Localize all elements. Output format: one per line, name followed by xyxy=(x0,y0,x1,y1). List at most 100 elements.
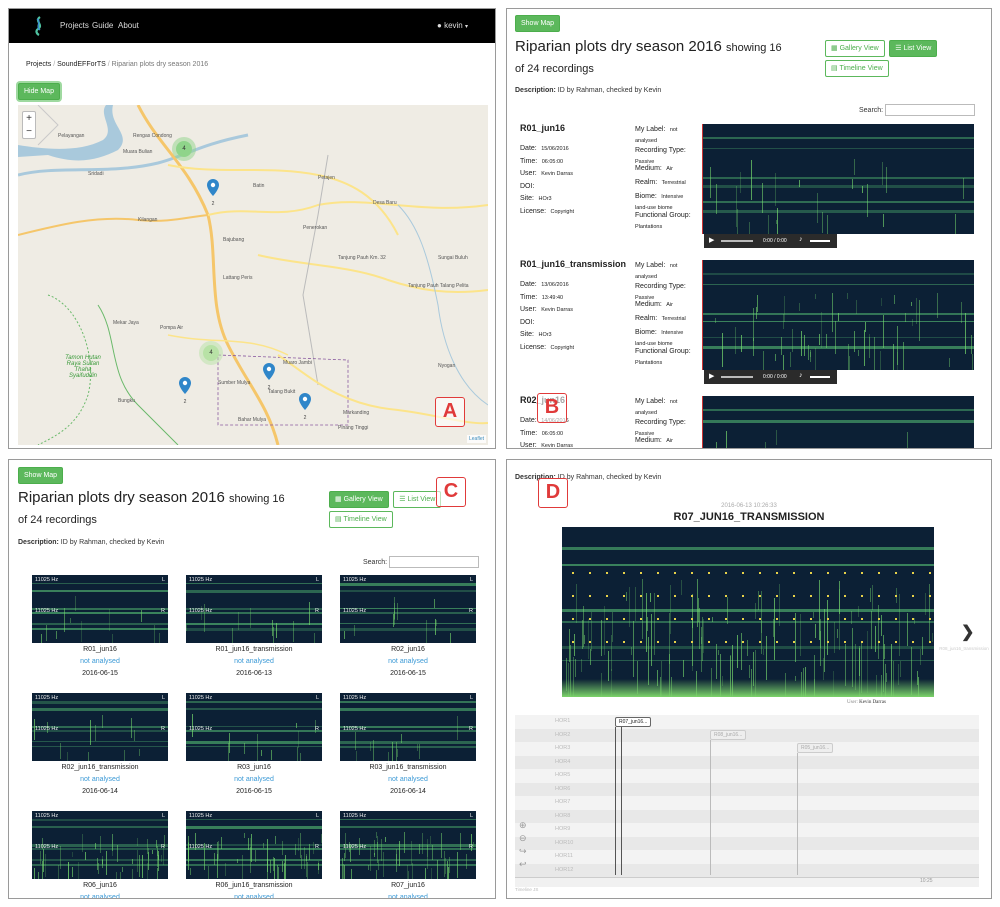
hide-map-button[interactable]: Hide Map xyxy=(18,83,60,100)
play-icon[interactable]: ▶ xyxy=(709,236,714,244)
volume-bar[interactable] xyxy=(810,376,830,378)
map-view[interactable]: + − Pelayangan Muara Bulian Sridadi Rengas … xyxy=(18,105,488,445)
logo-icon[interactable] xyxy=(33,16,45,36)
spectrogram-vertical xyxy=(411,841,412,865)
user-name: kevin xyxy=(444,21,463,30)
gallery-item-name[interactable]: R02_jun16_transmission xyxy=(32,762,168,774)
frequency-label: 11025 Hz xyxy=(189,608,213,614)
search-input[interactable] xyxy=(885,104,976,116)
nav-projects[interactable]: Projects xyxy=(60,21,89,30)
breadcrumb-project[interactable]: SoundEFForTS xyxy=(57,61,106,68)
gallery-thumbnail[interactable]: 11025 Hz 11025 Hz L R xyxy=(186,693,322,761)
gallery-item-name[interactable]: R01_jun16_transmission xyxy=(186,644,322,656)
breadcrumb-projects[interactable]: Projects xyxy=(26,61,51,68)
show-map-button[interactable]: Show Map xyxy=(18,467,64,484)
map-attribution[interactable]: Leaflet xyxy=(466,435,486,443)
gallery-item-name[interactable]: R03_jun16_transmission xyxy=(340,762,476,774)
audio-player[interactable]: ▶ 0:00 / 0:00 ♪ xyxy=(704,234,837,248)
gallery-thumbnail[interactable]: 11025 Hz 11025 Hz L R xyxy=(32,575,168,643)
map-place-label: Sumber Mulya xyxy=(218,380,251,386)
gallery-thumbnail[interactable]: 11025 Hz 11025 Hz L R xyxy=(32,693,168,761)
show-map-button[interactable]: Show Map xyxy=(515,15,561,32)
spectrogram-vertical xyxy=(301,855,302,869)
timeline-navigator[interactable]: HOR1 HOR2 HOR3 HOR4 HOR5 HOR6 HOR7 HOR8 HOR9 HOR1… xyxy=(515,715,979,887)
frequency-label: 11025 Hz xyxy=(189,726,213,732)
map-pin-marker[interactable]: 2 xyxy=(299,393,311,421)
audio-player[interactable]: ▶ 0:00 / 0:00 ♪ xyxy=(704,370,837,384)
zoom-out-button[interactable]: − xyxy=(23,125,35,138)
gallery-view-button[interactable]: ▦ Gallery View xyxy=(329,491,389,508)
list-view-label: List View xyxy=(407,496,436,503)
next-slide-label[interactable]: R08_jun16_transmission xyxy=(937,646,991,651)
gallery-item-status[interactable]: not analysed xyxy=(32,656,168,668)
recording-name[interactable]: R01_jun16 xyxy=(520,123,565,133)
next-arrow-icon[interactable]: ❯ xyxy=(961,622,974,642)
user-menu[interactable]: ● kevin ▾ xyxy=(437,21,468,30)
slide-spectrogram[interactable] xyxy=(562,527,934,697)
gallery-view-button[interactable]: ▦ Gallery View xyxy=(825,40,885,57)
spectrogram-vertical xyxy=(716,442,717,448)
nav-guide[interactable]: Guide xyxy=(92,21,113,30)
spectrogram-vertical xyxy=(293,621,294,642)
zoom-in-button[interactable]: + xyxy=(23,112,35,125)
recording-name[interactable]: R01_jun16_transmission xyxy=(520,259,626,269)
timeline-view-button[interactable]: ▤ Timeline View xyxy=(329,511,393,528)
zoom-out-icon[interactable]: ⊖ xyxy=(519,833,527,844)
spectrogram-vertical xyxy=(648,637,649,685)
timeline-event[interactable]: R08_jun16... xyxy=(710,730,747,740)
gallery-item-name[interactable]: R06_jun16 xyxy=(32,880,168,892)
cluster-marker[interactable]: 4 xyxy=(203,345,219,361)
timeline-row-label: HOR10 xyxy=(555,839,574,846)
play-icon[interactable]: ▶ xyxy=(709,372,714,380)
gallery-item-status[interactable]: not analysed xyxy=(32,774,168,786)
map-pin-marker[interactable]: 2 xyxy=(207,179,219,207)
gallery-thumbnail[interactable]: 11025 Hz 11025 Hz L R xyxy=(186,575,322,643)
timeline-view-button[interactable]: ▤ Timeline View xyxy=(825,60,889,77)
list-view-button[interactable]: ☰ List View xyxy=(393,491,442,508)
gallery-item-name[interactable]: R03_jun16 xyxy=(186,762,322,774)
spectrogram-dot xyxy=(606,572,608,574)
timeline-event[interactable]: R05_jun16... xyxy=(797,743,834,753)
gallery-thumbnail[interactable]: 11025 Hz 11025 Hz L R xyxy=(340,575,476,643)
list-view-button[interactable]: ☰ List View xyxy=(889,40,938,57)
gallery-thumbnail[interactable]: 11025 Hz 11025 Hz L R xyxy=(340,811,476,879)
gallery-item-status[interactable]: not analysed xyxy=(340,656,476,668)
redo-icon[interactable]: ↪ xyxy=(519,846,527,857)
gallery-thumbnail[interactable]: 11025 Hz 11025 Hz L R xyxy=(186,811,322,879)
seek-bar[interactable] xyxy=(721,240,753,242)
gallery-item-name[interactable]: R01_jun16 xyxy=(32,644,168,656)
timeline-event[interactable]: R07_jun16... xyxy=(615,717,652,727)
undo-icon[interactable]: ↩ xyxy=(519,859,527,870)
volume-bar[interactable] xyxy=(810,240,830,242)
spectrogram-vertical xyxy=(838,313,839,321)
gallery-item-status[interactable]: not analysed xyxy=(186,656,322,668)
gallery-item-name[interactable]: R07_jun16 xyxy=(340,880,476,892)
gallery-thumbnail[interactable]: 11025 Hz 11025 Hz L R xyxy=(340,693,476,761)
recording-spectrogram[interactable] xyxy=(702,396,974,448)
spectrogram-vertical xyxy=(242,855,243,879)
search-input[interactable] xyxy=(389,556,480,568)
nav-about[interactable]: About xyxy=(118,21,139,30)
gallery-item-status[interactable]: not analysed xyxy=(340,892,476,898)
gallery-item-status[interactable]: not analysed xyxy=(340,774,476,786)
recording-spectrogram[interactable] xyxy=(702,260,974,370)
volume-icon[interactable]: ♪ xyxy=(799,372,803,379)
map-pin-marker[interactable]: 2 xyxy=(179,377,191,405)
spectrogram-dot xyxy=(759,572,761,574)
zoom-in-icon[interactable]: ⊕ xyxy=(519,820,527,831)
seek-bar[interactable] xyxy=(721,376,753,378)
gallery-item-name[interactable]: R02_jun16 xyxy=(340,644,476,656)
cluster-marker[interactable]: 4 xyxy=(176,141,192,157)
gallery-item-name[interactable]: R06_jun16_transmission xyxy=(186,880,322,892)
gallery-item-status[interactable]: not analysed xyxy=(186,892,322,898)
spectrogram-dot xyxy=(844,572,846,574)
gallery-item-status[interactable]: not analysed xyxy=(32,892,168,898)
recording-spectrogram[interactable] xyxy=(702,124,974,234)
volume-icon[interactable]: ♪ xyxy=(799,236,803,243)
map-pin-marker[interactable]: 2 xyxy=(263,363,275,391)
gallery-item-status[interactable]: not analysed xyxy=(186,774,322,786)
gallery-thumbnail[interactable]: 11025 Hz 11025 Hz L R xyxy=(32,811,168,879)
spectrogram-vertical xyxy=(437,860,438,879)
spectrogram-vertical xyxy=(396,849,397,872)
spectrogram-vertical xyxy=(874,337,875,370)
